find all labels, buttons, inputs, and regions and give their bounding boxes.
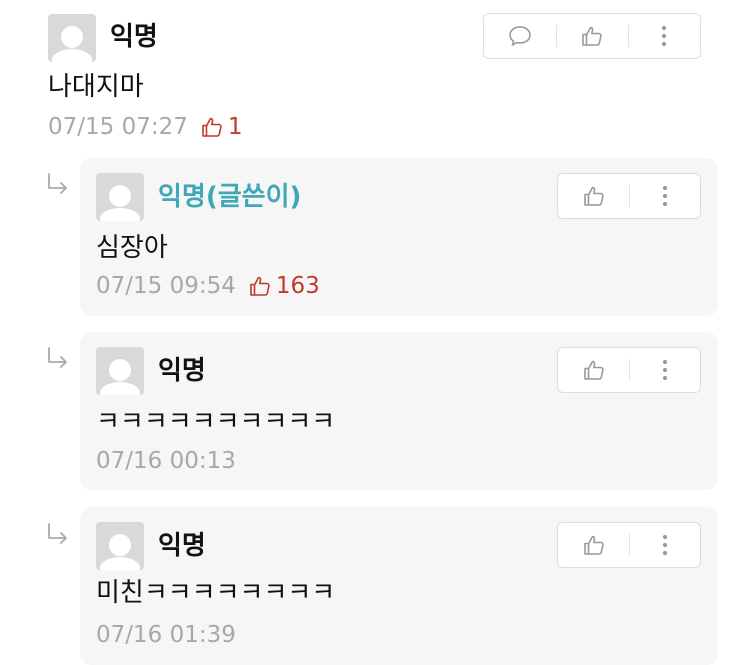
reply-author: 익명 (158, 356, 206, 386)
like-count: 1 (200, 113, 243, 141)
default-avatar-icon (100, 185, 140, 221)
reply-time: 07/16 00:13 (96, 448, 236, 474)
reply-time: 07/16 01:39 (96, 622, 236, 648)
comment-meta: 07/15 07:27 1 (48, 113, 243, 141)
like-button[interactable] (558, 174, 629, 218)
avatar[interactable] (96, 347, 144, 395)
reply-card: 익명 ㅋㅋㅋㅋㅋㅋㅋㅋㅋㅋ 07/16 00:13 (80, 332, 718, 490)
reply-card: 익명 미친ㅋㅋㅋㅋㅋㅋㅋㅋ 07/16 01:39 (80, 507, 718, 665)
comment-text: 나대지마 (48, 72, 144, 102)
reply-text: ㅋㅋㅋㅋㅋㅋㅋㅋㅋㅋ (96, 407, 336, 437)
like-button[interactable] (558, 348, 629, 392)
like-button[interactable] (558, 523, 629, 567)
comment-author: 익명 (110, 22, 158, 52)
like-count-value: 163 (275, 273, 320, 299)
avatar[interactable] (96, 173, 144, 221)
reply-arrow-icon (48, 347, 67, 368)
more-button[interactable] (629, 523, 700, 567)
thumbs-up-icon (582, 26, 602, 46)
vertical-ellipsis-icon (662, 185, 667, 207)
more-button[interactable] (629, 174, 700, 218)
vertical-ellipsis-icon (661, 25, 667, 47)
default-avatar-icon (100, 534, 140, 570)
reply-arrow-icon (48, 523, 67, 544)
default-avatar-icon (52, 26, 92, 62)
reply-button[interactable] (484, 14, 556, 58)
comment-actions (483, 13, 701, 59)
like-count-value: 1 (227, 114, 243, 140)
reply-meta: 07/15 09:54 163 (96, 272, 320, 300)
thumbs-up-icon (583, 360, 604, 380)
reply-author: 익명(글쓴이) (158, 182, 302, 212)
avatar[interactable] (96, 522, 144, 570)
reply-text: 심장아 (96, 233, 168, 263)
thumbs-up-icon (202, 117, 222, 137)
vertical-ellipsis-icon (662, 534, 667, 556)
reply-time: 07/15 09:54 (96, 273, 236, 299)
more-button[interactable] (629, 348, 700, 392)
reply-meta: 07/16 01:39 (96, 621, 236, 649)
comment-time: 07/15 07:27 (48, 114, 188, 140)
like-button[interactable] (556, 14, 628, 58)
reply-actions (557, 347, 701, 393)
thumbs-up-icon (583, 186, 604, 206)
avatar[interactable] (48, 14, 96, 62)
reply-actions (557, 522, 701, 568)
more-button[interactable] (628, 14, 700, 58)
like-count: 163 (248, 272, 320, 300)
thumbs-up-icon (250, 276, 270, 296)
reply-card: 익명(글쓴이) 심장아 07/15 09:54 163 (80, 158, 718, 316)
default-avatar-icon (100, 359, 140, 395)
reply-actions (557, 173, 701, 219)
reply-arrow-icon (48, 173, 67, 194)
reply-meta: 07/16 00:13 (96, 447, 236, 475)
reply-author: 익명 (158, 531, 206, 561)
vertical-ellipsis-icon (662, 359, 667, 381)
thumbs-up-icon (583, 535, 604, 555)
reply-text: 미친ㅋㅋㅋㅋㅋㅋㅋㅋ (96, 578, 336, 608)
speech-bubble-icon (509, 26, 531, 46)
